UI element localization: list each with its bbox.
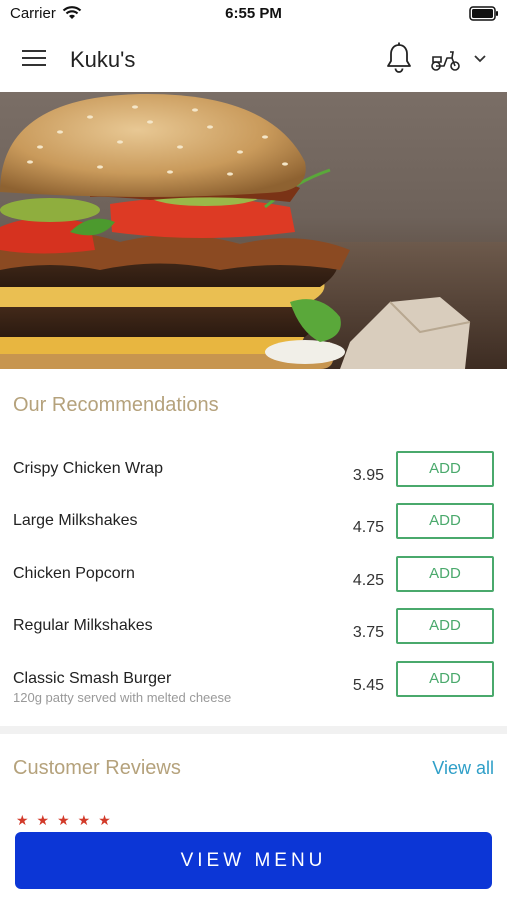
add-button[interactable]: ADD bbox=[396, 661, 494, 697]
top-nav-bar: Kuku's bbox=[0, 28, 507, 92]
restaurant-title: Kuku's bbox=[70, 47, 136, 72]
add-button[interactable]: ADD bbox=[396, 451, 494, 487]
menu-item-price: 3.75 bbox=[352, 624, 384, 641]
status-bar: Carrier 6:55 PM bbox=[0, 0, 507, 28]
add-button[interactable]: ADD bbox=[396, 503, 494, 539]
bottom-action-bar: VIEW MENU bbox=[0, 826, 507, 900]
scooter-icon[interactable] bbox=[430, 48, 462, 72]
battery-icon bbox=[469, 6, 499, 27]
menu-item-description: 120g patty served with melted cheese bbox=[13, 690, 232, 705]
menu-item-price: 3.95 bbox=[352, 467, 384, 484]
add-button[interactable]: ADD bbox=[396, 608, 494, 644]
bell-icon[interactable] bbox=[384, 42, 414, 74]
reviews-heading: Customer Reviews bbox=[13, 757, 181, 779]
menu-item-price: 5.45 bbox=[352, 677, 384, 694]
recommendations-heading: Our Recommendations bbox=[13, 394, 219, 416]
menu-item-name: Chicken Popcorn bbox=[13, 565, 135, 582]
section-divider bbox=[0, 726, 507, 734]
chevron-down-icon[interactable] bbox=[472, 52, 488, 66]
add-button[interactable]: ADD bbox=[396, 556, 494, 592]
menu-item-price: 4.25 bbox=[352, 572, 384, 589]
hamburger-menu-icon[interactable] bbox=[22, 47, 48, 69]
menu-item-name: Classic Smash Burger bbox=[13, 670, 172, 687]
menu-item-row: Classic Smash Burger 120g patty served w… bbox=[0, 661, 507, 722]
hero-burger-image bbox=[0, 92, 507, 369]
status-time: 6:55 PM bbox=[225, 5, 282, 22]
view-menu-button[interactable]: VIEW MENU bbox=[15, 832, 492, 889]
menu-item-name: Crispy Chicken Wrap bbox=[13, 460, 163, 477]
view-all-link[interactable]: View all bbox=[432, 758, 494, 779]
menu-item-price: 4.75 bbox=[352, 519, 384, 536]
menu-item-name: Large Milkshakes bbox=[13, 512, 138, 529]
menu-item-name: Regular Milkshakes bbox=[13, 617, 153, 634]
